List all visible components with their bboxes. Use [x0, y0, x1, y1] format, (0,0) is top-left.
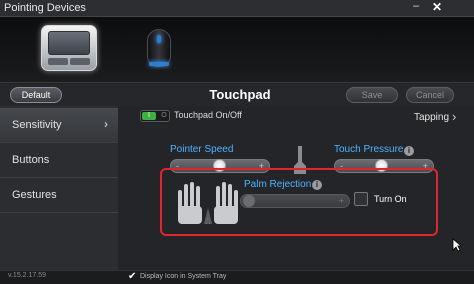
version-label: v.15.2.17.59: [8, 272, 47, 279]
system-tray-checkbox[interactable]: ✔: [128, 272, 138, 282]
mouse-icon[interactable]: [147, 29, 171, 69]
touchpad-onoff-label: Touchpad On/Off: [174, 110, 242, 120]
toggle-off-indicator: O: [161, 112, 167, 119]
sidebar-item-sensitivity[interactable]: Sensitivity ›: [0, 108, 118, 143]
window-title: Pointing Devices: [4, 2, 86, 14]
title-bar: Pointing Devices – ✕: [0, 0, 474, 17]
sidebar-item-label: Sensitivity: [12, 119, 62, 131]
touchpad-toggle[interactable]: I O: [140, 110, 170, 122]
sidebar-item-label: Buttons: [12, 154, 50, 166]
system-tray-label: Display Icon in System Tray: [140, 273, 227, 280]
info-icon[interactable]: i: [404, 146, 414, 156]
slider-thumb[interactable]: [243, 195, 255, 207]
palm-rejection-checkbox[interactable]: [354, 192, 368, 206]
palm-rejection-label: Palm Rejection: [244, 179, 312, 190]
save-button[interactable]: Save: [346, 87, 398, 103]
touch-pressure-label: Touch Pressure: [334, 144, 404, 155]
palm-rejection-slider[interactable]: +: [240, 194, 350, 208]
touchpad-icon[interactable]: [41, 25, 97, 71]
tapping-link[interactable]: Tapping: [414, 112, 449, 123]
pointing-devices-window: Pointing Devices – ✕ Default Touchpad Sa…: [0, 0, 474, 284]
sidebar-item-label: Gestures: [12, 189, 57, 201]
palm-hands-icon: [178, 182, 238, 224]
turn-on-label: Turn On: [374, 194, 407, 204]
device-selector: [0, 17, 474, 83]
default-button[interactable]: Default: [10, 87, 62, 103]
pointer-speed-label: Pointer Speed: [170, 144, 234, 155]
info-icon[interactable]: i: [312, 180, 322, 190]
close-button[interactable]: ✕: [430, 0, 444, 14]
minimize-button[interactable]: –: [410, 0, 422, 14]
sidebar-item-buttons[interactable]: Buttons: [0, 143, 118, 178]
sensitivity-panel: I O Touchpad On/Off Tapping › Pointer Sp…: [118, 106, 474, 270]
chevron-right-icon[interactable]: ›: [452, 109, 456, 124]
sidebar: Sensitivity › Buttons Gestures: [0, 106, 118, 270]
palm-rejection-highlight: Palm Rejection i + Turn On: [160, 168, 438, 236]
toggle-on-indicator: I: [142, 112, 156, 120]
footer: v.15.2.17.59 ✔ Display Icon in System Tr…: [0, 270, 474, 284]
sidebar-item-gestures[interactable]: Gestures: [0, 178, 118, 213]
header-bar: Default Touchpad Save Cancel: [0, 84, 474, 106]
mouse-pointer-icon: [452, 238, 462, 252]
plus-icon: +: [338, 196, 344, 206]
page-title: Touchpad: [209, 87, 271, 102]
cancel-button[interactable]: Cancel: [406, 87, 454, 103]
chevron-right-icon: ›: [104, 117, 108, 131]
